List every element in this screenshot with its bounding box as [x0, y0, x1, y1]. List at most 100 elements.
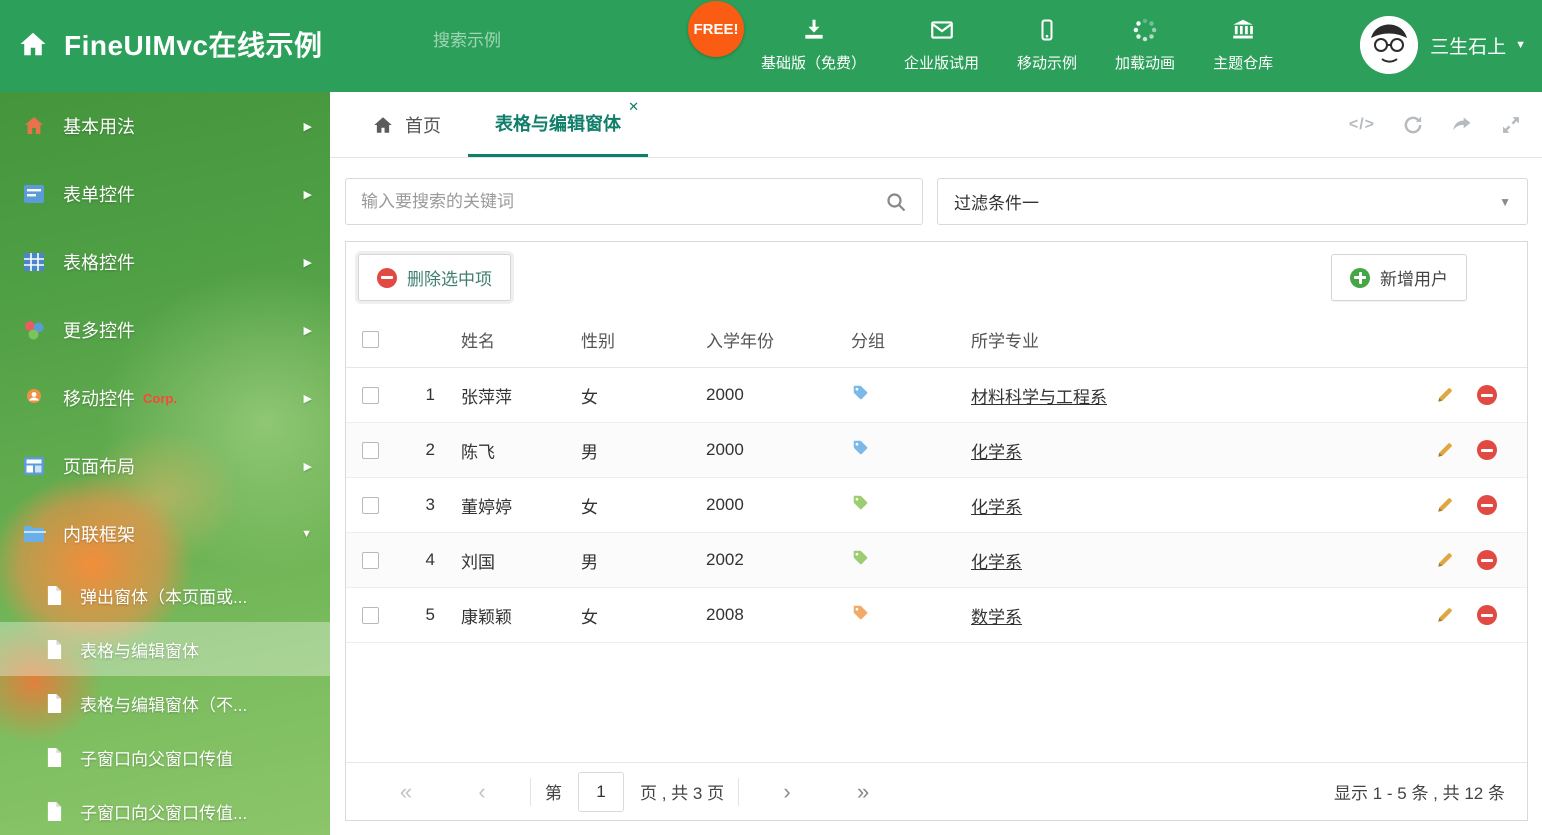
nav-item-enterprise-trial[interactable]: 企业版试用 [885, 15, 998, 73]
tab-close-icon[interactable]: ✕ [628, 99, 639, 115]
brand[interactable]: FineUIMvc在线示例 [18, 24, 323, 64]
filter-row: 过滤条件一 ▼ [345, 178, 1528, 225]
major-link[interactable]: 材料科学与工程系 [971, 388, 1107, 407]
edit-icon[interactable] [1435, 440, 1455, 460]
pager-divider [530, 777, 531, 806]
sidebar-item-more-controls[interactable]: 更多控件 ▶ [0, 296, 330, 364]
major-link[interactable]: 化学系 [971, 443, 1022, 462]
cell-group [851, 439, 971, 462]
refresh-icon[interactable] [1402, 114, 1424, 136]
nav-label: 移动示例 [1017, 55, 1078, 72]
edit-icon[interactable] [1435, 385, 1455, 405]
delete-selected-button[interactable]: 删除选中项 [358, 254, 511, 301]
delete-row-icon[interactable] [1477, 385, 1497, 405]
cell-major: 数学系 [971, 603, 1417, 628]
nav-item-basic-free[interactable]: 基础版（免费） [742, 15, 885, 73]
search-icon[interactable] [885, 191, 907, 213]
filter-dropdown[interactable]: 过滤条件一 ▼ [937, 178, 1528, 225]
row-checkbox[interactable] [362, 606, 379, 624]
cell-gender: 男 [581, 442, 598, 462]
delete-row-icon[interactable] [1477, 550, 1497, 570]
share-icon[interactable] [1451, 114, 1473, 136]
table-row: 1 张萍萍 女 2000 材料科学与工程系 [346, 368, 1527, 423]
major-link[interactable]: 化学系 [971, 553, 1022, 572]
sidebar-child-grid-edit-window[interactable]: 表格与编辑窗体 [0, 622, 330, 676]
sidebar-item-label: 内联框架 [63, 525, 135, 545]
pagination-bar: « ‹ 第 页 , 共 3 页 › » 显示 1 - 5 条 , 共 12 条 [346, 762, 1527, 820]
user-name-text: 三生石上 [1430, 36, 1507, 58]
row-checkbox[interactable] [362, 441, 379, 459]
delete-row-icon[interactable] [1477, 440, 1497, 460]
cell-major: 材料科学与工程系 [971, 383, 1417, 408]
tag-icon [853, 495, 868, 509]
mobile-controls-icon [27, 389, 41, 403]
filter-dropdown-value: 过滤条件一 [954, 194, 1039, 213]
sidebar-item-form-controls[interactable]: 表单控件 ▶ [0, 160, 330, 228]
col-header-name: 姓名 [461, 332, 495, 351]
sidebar-child-label: 子窗口向父窗口传值... [80, 803, 248, 823]
sidebar-item-basic-usage[interactable]: 基本用法 ▶ [0, 92, 330, 160]
major-link[interactable]: 数学系 [971, 608, 1022, 627]
sidebar-child-popup-window[interactable]: 弹出窗体（本页面或... [0, 568, 330, 622]
expand-icon[interactable] [1500, 114, 1522, 136]
code-icon[interactable]: </> [1349, 116, 1375, 134]
row-checkbox[interactable] [362, 386, 379, 404]
sidebar-child-child-to-parent-2[interactable]: 子窗口向父窗口传值... [0, 784, 330, 835]
col-header-group: 分组 [851, 332, 885, 351]
row-number: 5 [425, 605, 435, 624]
minus-circle-icon [377, 267, 397, 288]
nav-label: 主题仓库 [1213, 55, 1274, 72]
header-search-input[interactable] [433, 31, 654, 51]
col-header-major: 所学专业 [971, 332, 1039, 351]
page-number-input[interactable] [578, 771, 624, 812]
app-title: FineUIMvc在线示例 [64, 30, 323, 61]
table-row: 4 刘国 男 2002 化学系 [346, 533, 1527, 588]
pagination-summary: 显示 1 - 5 条 , 共 12 条 [1334, 784, 1505, 803]
nav-item-loading-animation[interactable]: 加载动画 [1096, 15, 1194, 73]
plus-circle-icon [1350, 267, 1370, 288]
row-checkbox[interactable] [362, 551, 379, 569]
cell-name: 康颖颖 [461, 607, 512, 627]
sidebar-item-mobile-controls[interactable]: 移动控件 Corp. ▶ [0, 364, 330, 432]
user-name: 三生石上 ▼ [1430, 32, 1526, 59]
prev-page-button[interactable]: ‹ [444, 779, 520, 805]
layout-icon [24, 457, 44, 475]
sidebar-child-child-to-parent[interactable]: 子窗口向父窗口传值 [0, 730, 330, 784]
sidebar-item-inline-frame[interactable]: 内联框架 ▼ [0, 500, 330, 568]
cell-gender: 女 [581, 607, 598, 627]
sidebar-item-page-layout[interactable]: 页面布局 ▶ [0, 432, 330, 500]
tab-grid-edit-window[interactable]: 表格与编辑窗体 ✕ [468, 92, 648, 157]
nav-item-theme-store[interactable]: 主题仓库 [1194, 15, 1292, 73]
sidebar-item-label: 基本用法 [63, 117, 135, 137]
sidebar-child-label: 子窗口向父窗口传值 [80, 749, 233, 769]
delete-row-icon[interactable] [1477, 605, 1497, 625]
cell-year: 2000 [706, 385, 744, 404]
select-all-checkbox[interactable] [362, 331, 379, 348]
sidebar-child-grid-edit-window-2[interactable]: 表格与编辑窗体（不... [0, 676, 330, 730]
cell-group [851, 549, 971, 572]
next-page-button[interactable]: › [749, 779, 825, 805]
last-page-button[interactable]: » [825, 779, 901, 805]
row-checkbox[interactable] [362, 496, 379, 514]
row-number: 4 [425, 550, 435, 569]
col-header-year: 入学年份 [706, 332, 774, 351]
cell-name: 董婷婷 [461, 497, 512, 517]
tab-home[interactable]: 首页 [345, 92, 468, 157]
cell-major: 化学系 [971, 548, 1417, 573]
delete-row-icon[interactable] [1477, 495, 1497, 515]
edit-icon[interactable] [1435, 495, 1455, 515]
nav-item-mobile-demo[interactable]: 移动示例 [998, 15, 1096, 73]
app-window: FineUIMvc在线示例 FREE! 基础版（免费） 企业版试用 [0, 0, 1542, 835]
user-menu[interactable]: 三生石上 ▼ [1360, 16, 1526, 74]
keyword-search-input[interactable] [361, 191, 885, 212]
sidebar-child-label: 表格与编辑窗体（不... [80, 695, 248, 715]
edit-icon[interactable] [1435, 550, 1455, 570]
first-page-button[interactable]: « [368, 779, 444, 805]
sidebar: 基本用法 ▶ 表单控件 ▶ 表格控件 ▶ 更多控件 ▶ 移动控件 Corp. ▶… [0, 92, 330, 835]
add-user-button[interactable]: 新增用户 [1331, 254, 1467, 301]
file-icon [47, 639, 62, 659]
sidebar-item-grid-controls[interactable]: 表格控件 ▶ [0, 228, 330, 296]
edit-icon[interactable] [1435, 605, 1455, 625]
table-row: 2 陈飞 男 2000 化学系 [346, 423, 1527, 478]
major-link[interactable]: 化学系 [971, 498, 1022, 517]
